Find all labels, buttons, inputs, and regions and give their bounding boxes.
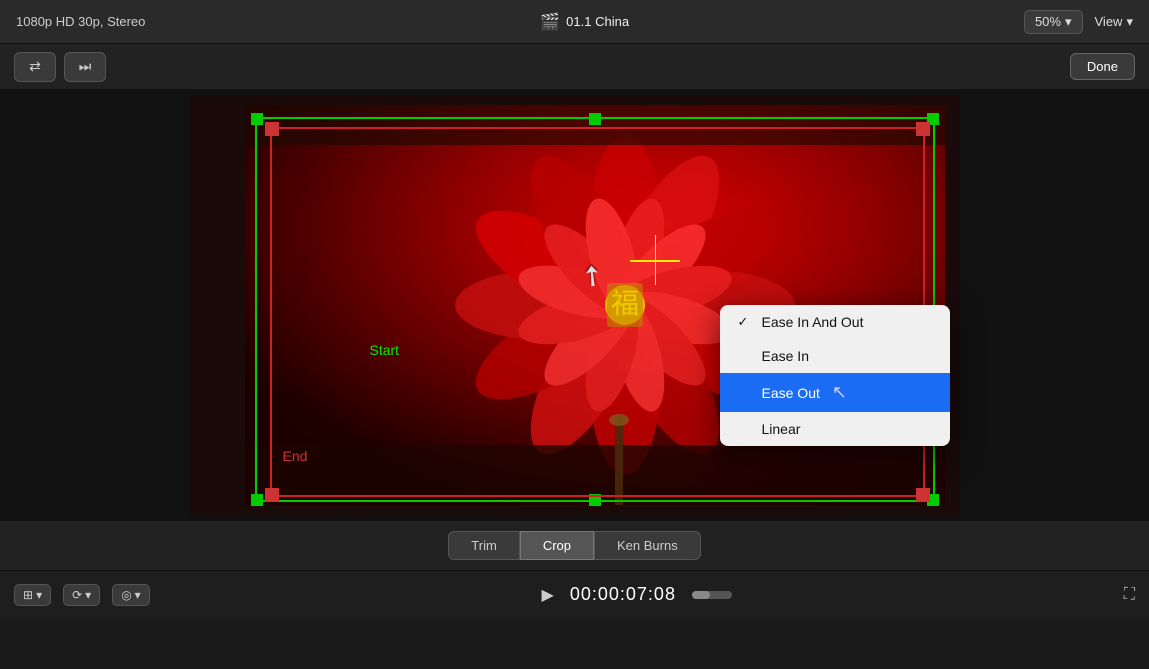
- view-label: View: [1095, 14, 1123, 29]
- top-bar: 1080p HD 30p, Stereo 🎬 01.1 China 50% ▾ …: [0, 0, 1149, 44]
- zoom-button[interactable]: 50% ▾: [1024, 10, 1083, 34]
- step-forward-button[interactable]: ⏭: [64, 52, 106, 82]
- playback-controls: ▶ 00:00:07:08: [536, 584, 738, 605]
- chevron-down-icon: ▾: [1065, 14, 1072, 30]
- timeline-progress: [692, 591, 710, 599]
- transform-control[interactable]: ⊞ ▾: [14, 584, 51, 606]
- transform-icon: ⊞: [23, 588, 33, 602]
- speed-icon: ⟳: [72, 588, 82, 602]
- chevron-down-icon-3: ▾: [36, 588, 42, 602]
- linear-label: Linear: [762, 421, 801, 437]
- ease-out-label: Ease Out: [762, 385, 820, 401]
- bottom-right-controls: ⛶: [1124, 586, 1135, 604]
- chevron-down-icon-4: ▾: [85, 588, 91, 602]
- speed-control[interactable]: ⟳ ▾: [63, 584, 100, 606]
- toolbar-row: ⇄ ⏭ Done: [0, 44, 1149, 90]
- ease-in-label: Ease In: [762, 348, 809, 364]
- dropdown-item-linear[interactable]: Linear: [720, 412, 950, 446]
- retime-control[interactable]: ◎ ▾: [112, 584, 150, 606]
- video-frame: 福: [190, 95, 960, 515]
- timecode-display: 00:00:07:08: [570, 584, 676, 605]
- bottom-left-controls: ⊞ ▾ ⟳ ▾ ◎ ▾: [14, 584, 150, 606]
- view-button[interactable]: View ▾: [1095, 14, 1133, 30]
- project-info: 🎬 01.1 China: [540, 12, 629, 32]
- tab-crop[interactable]: Crop: [520, 531, 594, 560]
- bottom-tabs: Trim Crop Ken Burns: [0, 520, 1149, 570]
- cursor-pointer-hint: ↖: [832, 382, 847, 403]
- zoom-value: 50%: [1035, 14, 1061, 29]
- dropdown-menu: ✓ Ease In And Out Ease In Ease Out ↖ Lin…: [720, 305, 950, 446]
- clapper-icon: 🎬: [540, 12, 560, 32]
- play-button[interactable]: ▶: [536, 585, 560, 605]
- chevron-down-icon-2: ▾: [1126, 14, 1133, 30]
- toolbar-left: ⇄ ⏭: [14, 52, 106, 82]
- done-button[interactable]: Done: [1070, 53, 1135, 80]
- video-area: 福: [0, 90, 1149, 520]
- tab-trim[interactable]: Trim: [448, 531, 520, 560]
- project-name: 01.1 China: [566, 14, 629, 29]
- dropdown-item-ease-out[interactable]: Ease Out ↖: [720, 373, 950, 412]
- swap-icon: ⇄: [29, 58, 41, 75]
- dropdown-item-ease-in-out[interactable]: ✓ Ease In And Out: [720, 305, 950, 339]
- fullscreen-button[interactable]: ⛶: [1124, 586, 1135, 604]
- ease-in-out-label: Ease In And Out: [762, 314, 864, 330]
- timeline-bar[interactable]: [692, 591, 732, 599]
- retime-icon: ◎: [121, 588, 131, 602]
- bottom-bar: ⊞ ▾ ⟳ ▾ ◎ ▾ ▶ 00:00:07:08 ⛶: [0, 570, 1149, 618]
- dropdown-item-ease-in[interactable]: Ease In: [720, 339, 950, 373]
- top-controls: 50% ▾ View ▾: [1024, 10, 1133, 34]
- tab-ken-burns[interactable]: Ken Burns: [594, 531, 701, 560]
- checkmark-ease-in-out: ✓: [738, 314, 754, 330]
- swap-button[interactable]: ⇄: [14, 52, 56, 82]
- svg-text:福: 福: [610, 288, 638, 320]
- chevron-down-icon-5: ▾: [135, 588, 141, 602]
- step-forward-icon: ⏭: [79, 58, 92, 75]
- resolution-label: 1080p HD 30p, Stereo: [16, 14, 145, 29]
